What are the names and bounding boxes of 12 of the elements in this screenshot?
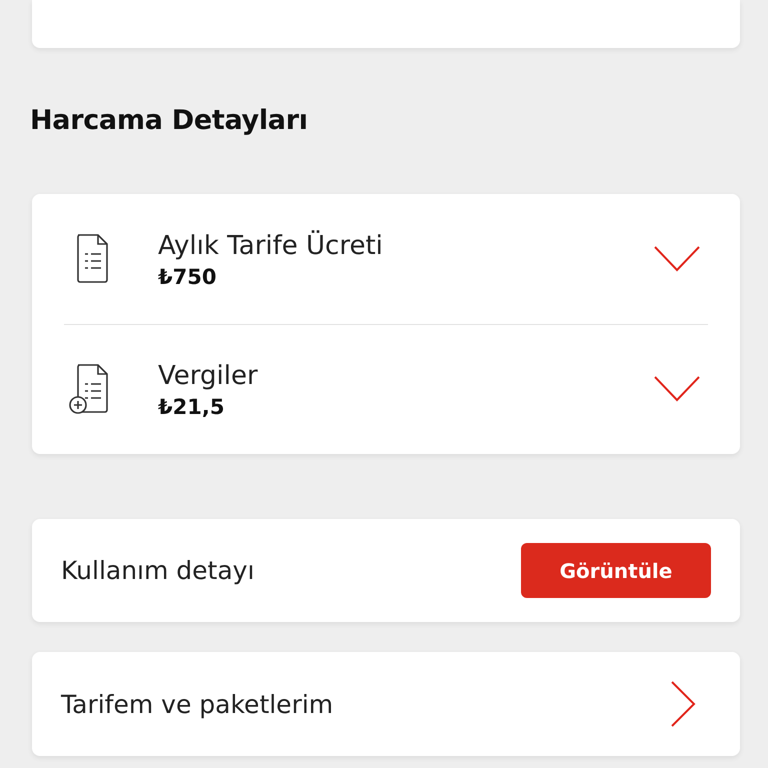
view-button[interactable]: Görüntüle — [521, 543, 711, 598]
plans-card[interactable]: Tarifem ve paketlerim — [32, 652, 740, 756]
chevron-right-icon — [670, 681, 696, 727]
charge-title: Aylık Tarife Ücreti — [158, 229, 384, 263]
plans-label: Tarifem ve paketlerim — [61, 690, 334, 718]
charge-amount: ₺750 — [158, 264, 218, 289]
charge-amount: ₺21,5 — [158, 395, 226, 420]
charge-title: Vergiler — [158, 360, 259, 394]
chevron-down-icon[interactable] — [654, 376, 700, 402]
chevron-down-icon[interactable] — [654, 246, 700, 272]
section-title: Harcama Detayları — [30, 104, 309, 138]
usage-label: Kullanım detayı — [61, 556, 254, 585]
